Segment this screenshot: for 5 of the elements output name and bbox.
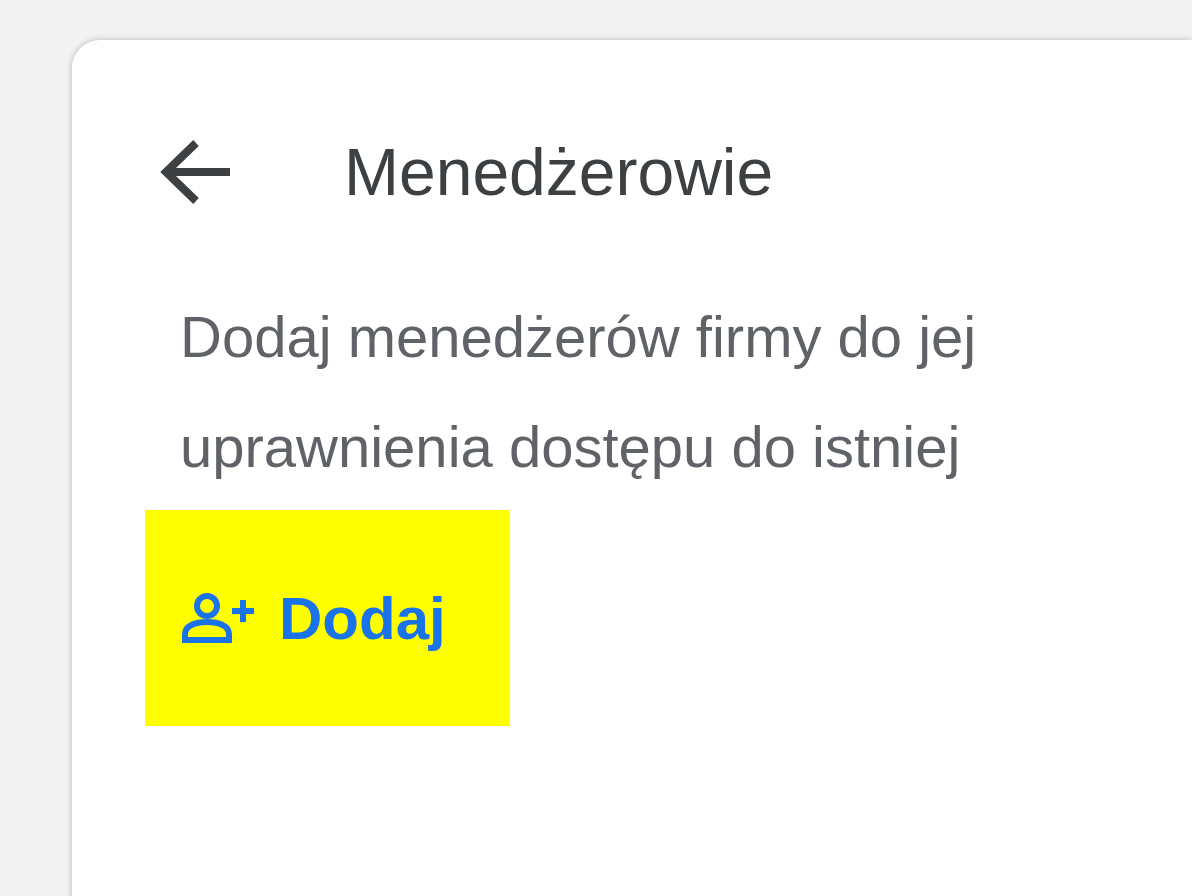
add-person-icon bbox=[181, 592, 257, 644]
description-text: Dodaj menedżerów firmy do jej bbox=[180, 303, 978, 371]
add-button[interactable]: Dodaj bbox=[145, 510, 510, 726]
page-title: Menedżerowie bbox=[344, 134, 774, 210]
description-text: uprawnienia dostępu do istniej bbox=[180, 413, 962, 481]
